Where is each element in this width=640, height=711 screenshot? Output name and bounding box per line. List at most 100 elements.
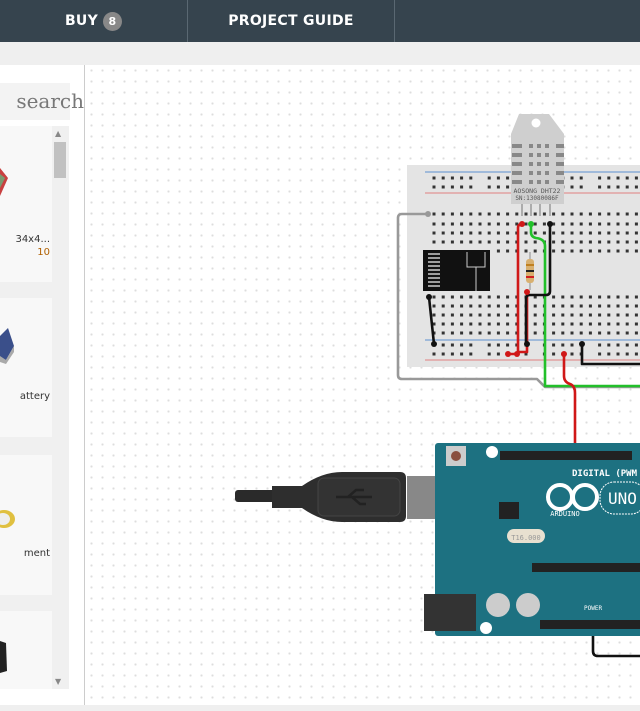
list-item[interactable]: ment: [0, 455, 52, 595]
breadboard-hole: [598, 231, 602, 235]
breadboard-hole: [469, 343, 473, 347]
lcd-module-icon: [0, 168, 8, 196]
breadboard-hole: [469, 322, 473, 326]
breadboard-hole: [487, 185, 491, 189]
breadboard-hole: [607, 343, 611, 347]
breadboard-hole: [469, 185, 473, 189]
breadboard-hole: [469, 304, 473, 308]
breadboard-hole: [634, 313, 638, 317]
breadboard-hole: [625, 176, 629, 180]
breadboard-hole: [552, 331, 556, 335]
sensor-vent: [512, 171, 522, 175]
breadboard-hole: [598, 322, 602, 326]
search-input[interactable]: search: [0, 83, 84, 120]
breadboard-hole: [598, 212, 602, 216]
buy-label: BUY: [64, 13, 99, 29]
breadboard-hole: [598, 176, 602, 180]
breadboard-hole: [487, 343, 491, 347]
breadboard-hole: [634, 331, 638, 335]
sensor-vent: [556, 180, 564, 184]
scrollbar-thumb[interactable]: [54, 142, 66, 178]
sensor-model-label: AOSONG DHT22: [514, 187, 561, 195]
breadboard-hole: [570, 212, 574, 216]
breadboard-hole: [570, 304, 574, 308]
breadboard-hole: [561, 304, 565, 308]
breadboard-hole: [634, 212, 638, 216]
breadboard-hole: [588, 322, 592, 326]
breadboard-hole: [506, 212, 510, 216]
rf-module[interactable]: [423, 250, 490, 291]
dht22-sensor[interactable]: AOSONG DHT22 SN:13080086F: [511, 114, 564, 216]
breadboard-hole: [598, 222, 602, 226]
buy-button[interactable]: BUY 8: [0, 0, 188, 42]
breadboard-hole: [441, 331, 445, 335]
breadboard-hole: [561, 212, 565, 216]
breadboard-hole: [561, 331, 565, 335]
breadboard-hole: [552, 249, 556, 253]
list-item[interactable]: attery: [0, 298, 52, 437]
scroll-up-icon[interactable]: ▲: [55, 129, 61, 138]
breadboard-hole: [607, 185, 611, 189]
breadboard-hole: [460, 176, 464, 180]
sensor-vent: [545, 180, 549, 184]
breadboard-hole: [570, 343, 574, 347]
list-item[interactable]: 34x4... 10: [0, 126, 52, 282]
breadboard-hole: [506, 222, 510, 226]
sensor-vent: [529, 171, 533, 175]
breadboard-hole: [570, 185, 574, 189]
breadboard-hole: [515, 212, 519, 216]
breadboard-hole: [616, 249, 620, 253]
breadboard-hole: [487, 322, 491, 326]
circuit-canvas[interactable]: AOSONG DHT22 SN:13080086F T16.000 ARDUIN…: [86, 65, 640, 705]
sensor-vent: [512, 153, 522, 157]
breadboard-hole: [441, 352, 445, 356]
breadboard-hole: [625, 304, 629, 308]
breadboard-hole: [634, 352, 638, 356]
breadboard-hole: [450, 240, 454, 244]
power-pins-label: POWER: [584, 605, 602, 612]
breadboard-hole: [607, 176, 611, 180]
breadboard-hole: [441, 322, 445, 326]
breadboard-hole: [450, 222, 454, 226]
breadboard-hole: [607, 304, 611, 308]
breadboard-hole: [607, 240, 611, 244]
component-sidebar: search 34x4... 10 attery ment ▲ ▼: [0, 65, 85, 711]
usb-cable[interactable]: [235, 472, 465, 522]
breadboard-hole: [450, 295, 454, 299]
breadboard-hole: [478, 313, 482, 317]
breadboard-hole: [469, 313, 473, 317]
breadboard-hole: [616, 343, 620, 347]
breadboard-hole: [450, 212, 454, 216]
breadboard-hole: [625, 212, 629, 216]
breadboard-hole: [441, 231, 445, 235]
breadboard-hole: [533, 249, 537, 253]
breadboard-hole: [552, 313, 556, 317]
breadboard-hole: [487, 231, 491, 235]
scroll-down-icon[interactable]: ▼: [55, 677, 61, 686]
breadboard-hole: [634, 240, 638, 244]
breadboard-hole: [432, 352, 436, 356]
digital-pins-label: DIGITAL (PWM: [572, 469, 638, 479]
breadboard-hole: [598, 304, 602, 308]
arduino-uno-board[interactable]: T16.000 ARDUINO UNO DIGITAL (PWM POWER: [424, 443, 640, 636]
breadboard-hole: [524, 212, 528, 216]
project-guide-button[interactable]: PROJECT GUIDE: [188, 0, 395, 42]
breadboard-hole: [496, 295, 500, 299]
breadboard-hole: [579, 313, 583, 317]
breadboard-hole: [460, 185, 464, 189]
breadboard-hole: [441, 176, 445, 180]
breadboard-hole: [579, 231, 583, 235]
breadboard-hole: [607, 222, 611, 226]
list-item[interactable]: [0, 611, 52, 689]
breadboard-hole: [533, 212, 537, 216]
sensor-vent: [512, 144, 522, 148]
breadboard-hole: [496, 304, 500, 308]
breadboard-hole: [616, 231, 620, 235]
breadboard-hole: [506, 185, 510, 189]
breadboard-hole: [616, 212, 620, 216]
breadboard-hole: [561, 295, 565, 299]
breadboard-hole: [432, 295, 436, 299]
breadboard-hole: [460, 343, 464, 347]
sidebar-scrollbar[interactable]: ▲ ▼: [53, 126, 68, 689]
breadboard-hole: [441, 212, 445, 216]
